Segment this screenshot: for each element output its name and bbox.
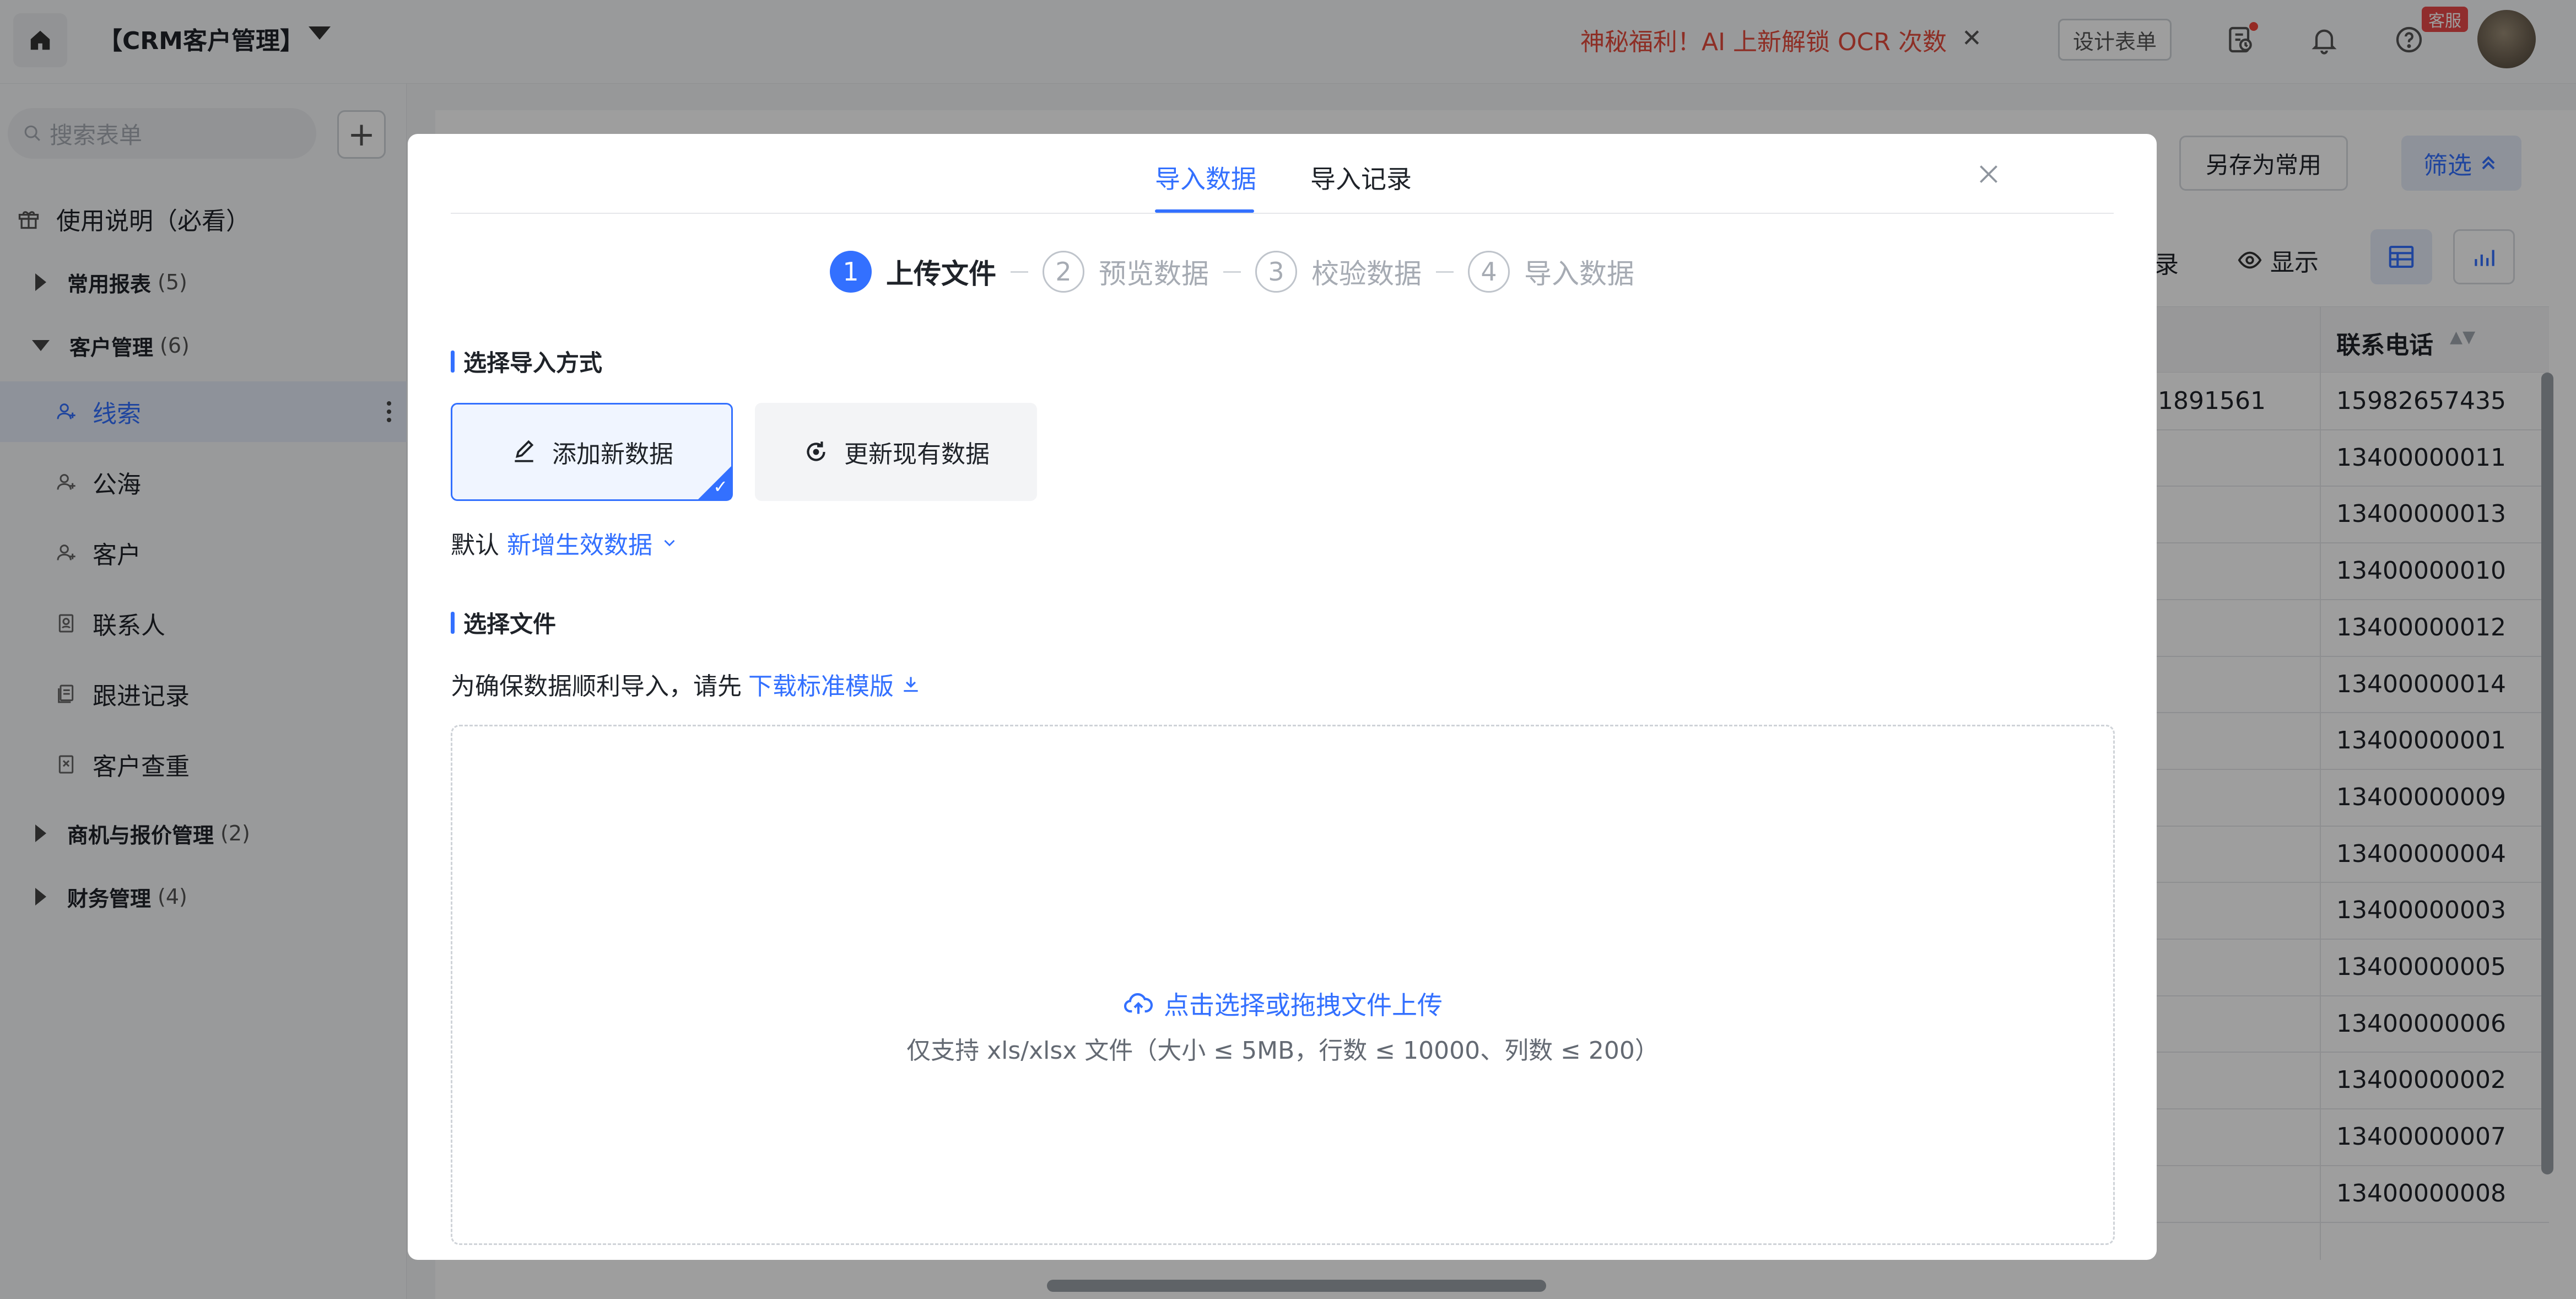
refresh-icon [807,441,825,461]
section-accent-bar [451,611,455,634]
tab-import-data[interactable]: 导入数据 [1155,159,1256,196]
mode-add-label: 添加新数据 [552,440,673,468]
section-title-text: 选择文件 [463,611,557,638]
download-template-link[interactable]: 下载标准模版 [748,666,894,702]
section-title-mode: 选择导入方式 [451,344,602,378]
steps-bar: 1 上传文件 2 预览数据 3 校验数据 4 导入数据 [830,251,1634,293]
step-number: 3 [1255,251,1297,293]
upload-prompt[interactable]: 点击选择或拖拽文件上传 [452,985,2113,1022]
edit-icon [515,440,534,462]
file-dropzone[interactable]: 点击选择或拖拽文件上传 仅支持 xls/xlsx 文件（大小 ≤ 5MB，行数 … [451,725,2115,1245]
step-label: 预览数据 [1099,258,1209,290]
step-connector [1011,271,1028,273]
step-label: 校验数据 [1311,258,1422,290]
step-number: 4 [1468,251,1510,293]
upload-text: 点击选择或拖拽文件上传 [1164,990,1443,1020]
step-number: 2 [1043,251,1084,293]
check-icon: ✓ [713,476,728,497]
section-title-file: 选择文件 [451,606,556,639]
step-preview: 2 预览数据 [1043,251,1209,293]
step-validate: 3 校验数据 [1255,251,1422,293]
mode-update-label: 更新现有数据 [844,440,990,468]
step-number: 1 [830,251,872,293]
section-title-text: 选择导入方式 [463,349,603,376]
close-icon[interactable] [1969,155,2008,193]
mode-update-card[interactable]: 更新现有数据 [755,403,1037,501]
download-icon[interactable] [900,673,921,694]
chevron-down-icon[interactable] [660,533,679,552]
step-import: 4 导入数据 [1468,251,1634,293]
step-label: 上传文件 [886,258,996,290]
import-dialog: 导入数据 导入记录 1 上传文件 2 预览数据 3 校验数据 4 导入数据 选择… [408,134,2157,1260]
tab-import-records[interactable]: 导入记录 [1310,159,1412,196]
section-accent-bar [451,350,455,373]
mode-add-new-card[interactable]: 添加新数据 ✓ [451,403,733,501]
tabs-divider [451,213,2114,214]
step-connector [1223,271,1241,273]
step-connector [1436,271,1454,273]
default-option-dropdown[interactable]: 新增生效数据 [507,525,652,560]
template-note: 为确保数据顺利导入，请先 下载标准模版 [451,666,921,702]
step-upload: 1 上传文件 [830,251,996,293]
default-option-row: 默认 新增生效数据 [451,525,679,560]
upload-hint: 仅支持 xls/xlsx 文件（大小 ≤ 5MB，行数 ≤ 10000、列数 ≤… [906,1037,1659,1065]
default-prefix: 默认 [451,531,499,559]
note-prefix: 为确保数据顺利导入，请先 [451,672,742,700]
cloud-upload-icon [1124,993,1153,1014]
step-label: 导入数据 [1524,258,1634,290]
